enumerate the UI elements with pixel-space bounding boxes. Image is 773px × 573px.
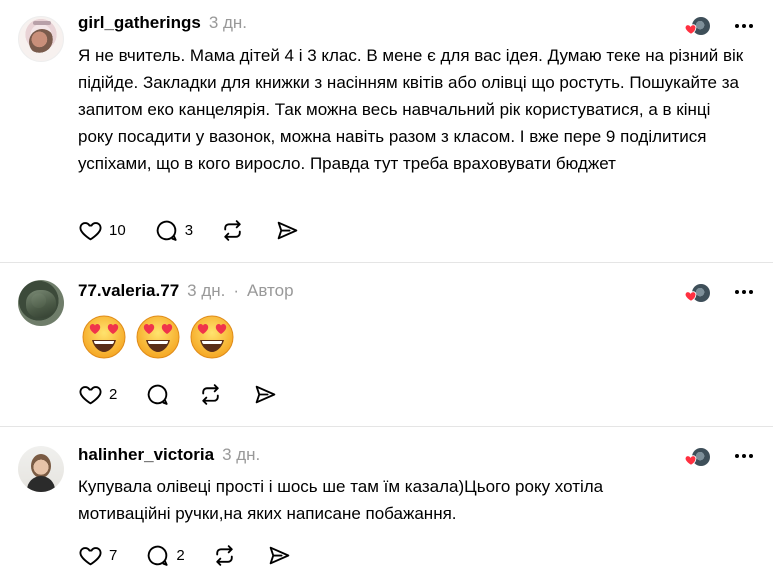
comment-header: girl_gatherings 3 дн.: [78, 13, 247, 33]
avatar[interactable]: [18, 446, 64, 492]
emoji-row: [80, 313, 236, 361]
share-button[interactable]: [275, 216, 300, 244]
heart-icon: [79, 546, 102, 565]
like-count: 10: [109, 221, 126, 239]
more-options-icon[interactable]: [733, 16, 755, 36]
share-button[interactable]: [253, 380, 278, 408]
action-bar: 7 2: [78, 541, 292, 569]
heart-filled-icon: [684, 291, 697, 302]
like-count: 7: [109, 546, 118, 564]
heart-eyes-emoji-icon: [190, 315, 234, 359]
more-options-icon[interactable]: [733, 282, 755, 302]
reply-button[interactable]: [145, 380, 170, 408]
author-liked-indicator: [684, 16, 712, 36]
repost-icon: [224, 219, 241, 241]
comments-feed: girl_gatherings 3 дн. Я не вчитель. Мама…: [0, 0, 773, 573]
username[interactable]: 77.valeria.77: [78, 281, 179, 301]
comment-text: Я не вчитель. Мама дітей 4 і 3 клас. В м…: [78, 46, 744, 173]
comment-icon: [148, 384, 168, 405]
comment-header: halinher_victoria 3 дн.: [78, 445, 260, 465]
author-liked-indicator: [684, 283, 712, 303]
comment-icon: [156, 220, 177, 241]
repost-button[interactable]: [220, 216, 245, 244]
timestamp: 3 дн.: [222, 445, 261, 464]
repost-button[interactable]: [212, 541, 237, 569]
timestamp: 3 дн.: [208, 13, 248, 32]
share-button[interactable]: [267, 541, 292, 569]
username[interactable]: girl_gatherings: [78, 13, 201, 33]
heart-eyes-emoji-icon: [82, 315, 126, 359]
repost-icon: [202, 383, 220, 405]
like-button[interactable]: 7: [78, 541, 117, 569]
like-button[interactable]: 10: [78, 216, 126, 244]
reply-count: 2: [176, 546, 185, 564]
heart-icon: [79, 385, 102, 404]
reply-count: 3: [184, 221, 194, 239]
reply-button[interactable]: 2: [145, 541, 185, 569]
heart-eyes-emoji-icon: [136, 315, 180, 359]
comment-icon: [148, 545, 168, 566]
send-icon: [269, 546, 289, 564]
avatar[interactable]: [18, 280, 64, 326]
send-icon: [256, 385, 276, 403]
send-icon: [277, 221, 298, 239]
like-button[interactable]: 2: [78, 380, 117, 408]
comment-header: 77.valeria.77 3 дн. · Автор: [78, 281, 294, 301]
heart-icon: [79, 221, 102, 240]
author-badge: Автор: [247, 281, 294, 300]
more-options-icon[interactable]: [733, 446, 755, 466]
comment-text: Купувала олівеці прості і шось ше там їм…: [78, 477, 604, 523]
action-bar: 10 3: [78, 216, 300, 244]
repost-icon: [215, 544, 233, 566]
like-count: 2: [109, 385, 118, 403]
avatar[interactable]: [18, 16, 64, 62]
repost-button[interactable]: [198, 380, 223, 408]
heart-filled-icon: [684, 24, 697, 35]
timestamp: 3 дн.: [187, 281, 226, 300]
separator-dot: ·: [233, 281, 240, 300]
reply-button[interactable]: 3: [154, 216, 193, 244]
username[interactable]: halinher_victoria: [78, 445, 214, 465]
author-liked-indicator: [684, 447, 712, 467]
divider: [0, 426, 773, 427]
heart-filled-icon: [684, 455, 697, 466]
divider: [0, 262, 773, 263]
action-bar: 2: [78, 380, 278, 408]
